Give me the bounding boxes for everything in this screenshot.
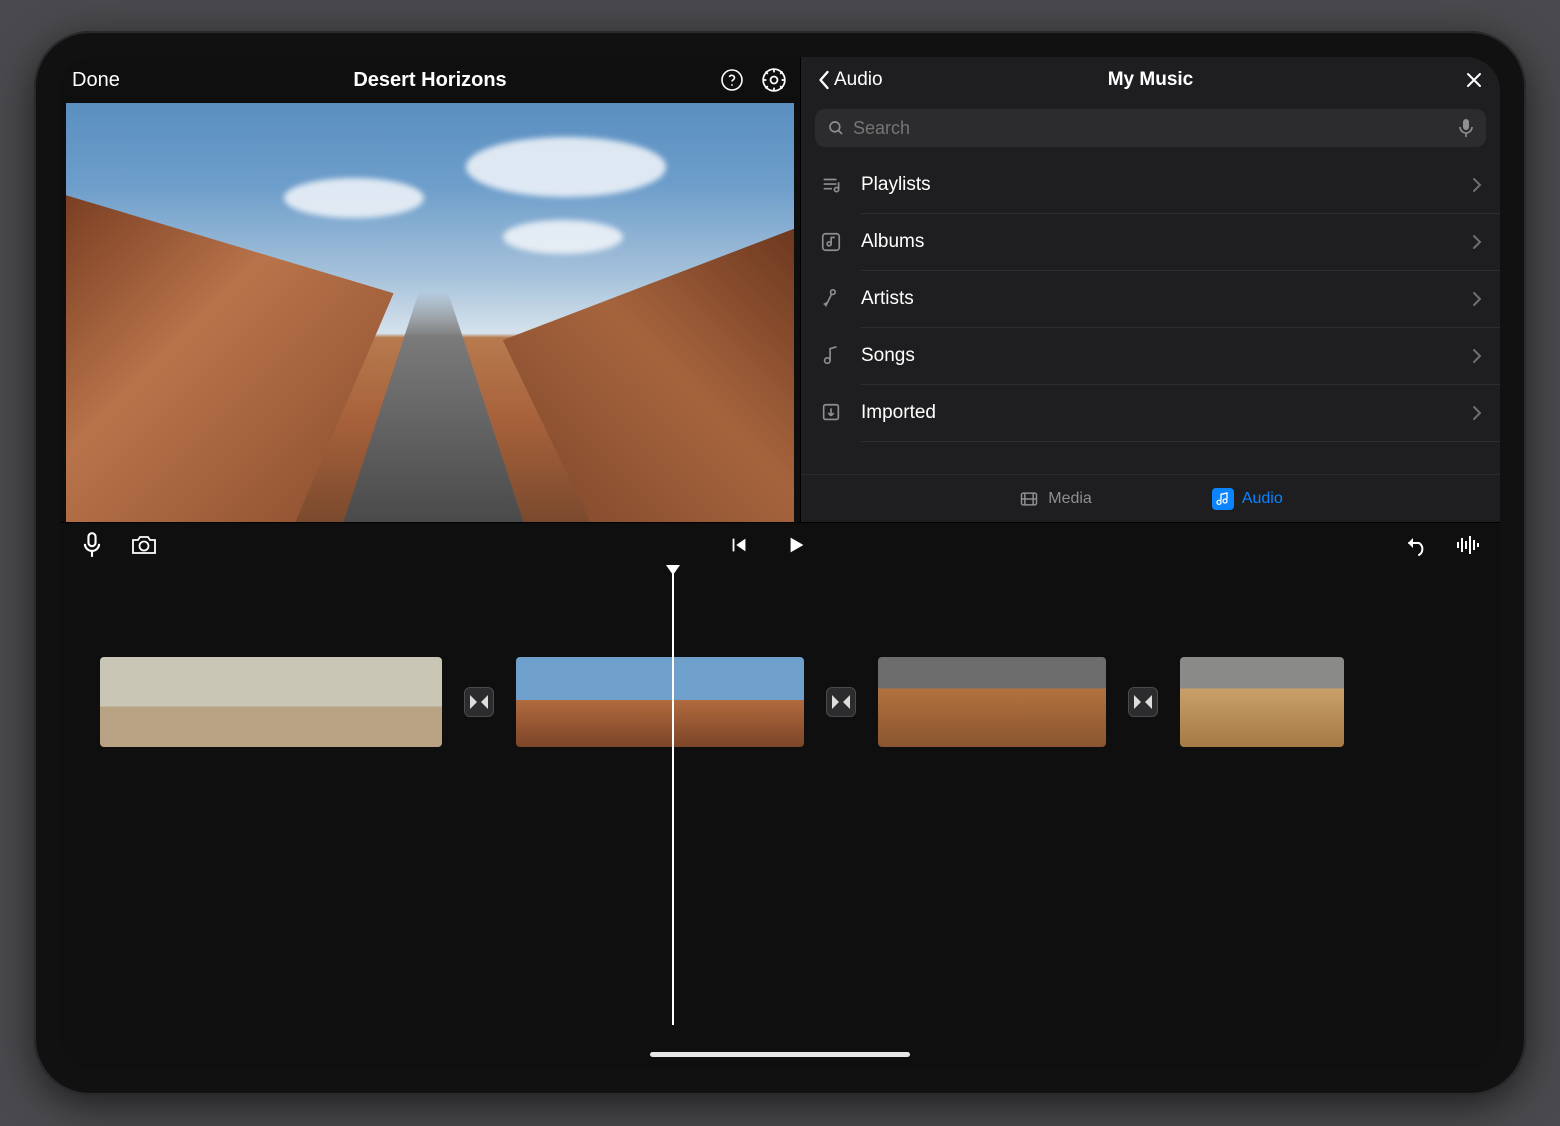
project-title: Desert Horizons: [212, 69, 648, 92]
clip-2[interactable]: [516, 657, 804, 747]
row-imported[interactable]: Imported: [801, 385, 1500, 441]
chevron-right-icon: [1472, 291, 1482, 307]
tab-media-label: Media: [1048, 490, 1092, 508]
clip-1[interactable]: [100, 657, 442, 747]
audio-panel: Audio My Music: [800, 57, 1500, 522]
transition-icon[interactable]: [826, 687, 856, 717]
play-icon[interactable]: [782, 531, 810, 559]
tab-audio-label: Audio: [1242, 490, 1283, 508]
chevron-right-icon: [1472, 234, 1482, 250]
transition-icon[interactable]: [1128, 687, 1158, 717]
imported-icon: [819, 401, 843, 425]
skip-back-icon[interactable]: [724, 531, 752, 559]
chevron-right-icon: [1472, 405, 1482, 421]
album-icon: [819, 230, 843, 254]
done-button[interactable]: Done: [72, 69, 212, 92]
back-label: Audio: [834, 69, 883, 91]
video-track[interactable]: [60, 647, 1500, 757]
ipad-frame: Done Desert Horizons: [34, 31, 1526, 1095]
undo-icon[interactable]: [1402, 531, 1430, 559]
row-label: Playlists: [861, 174, 1454, 196]
row-artists[interactable]: Artists: [801, 271, 1500, 327]
music-category-list: Playlists Albums Artists: [801, 157, 1500, 474]
search-field[interactable]: [815, 109, 1486, 147]
help-icon[interactable]: [718, 66, 746, 94]
playhead[interactable]: [672, 567, 674, 1025]
timeline-toolbar: [60, 523, 1500, 567]
panel-tabs: Media Audio: [801, 474, 1500, 522]
tab-audio[interactable]: Audio: [1212, 488, 1283, 510]
title-bar: Done Desert Horizons: [60, 57, 800, 103]
artist-icon: [819, 287, 843, 311]
video-preview[interactable]: [66, 103, 794, 522]
playlist-icon: [819, 173, 843, 197]
chevron-right-icon: [1472, 177, 1482, 193]
media-icon: [1018, 488, 1040, 510]
search-icon: [827, 119, 845, 137]
timeline[interactable]: [60, 567, 1500, 1069]
row-songs[interactable]: Songs: [801, 328, 1500, 384]
row-label: Artists: [861, 288, 1454, 310]
home-indicator[interactable]: [650, 1052, 910, 1057]
song-icon: [819, 344, 843, 368]
gear-icon[interactable]: [760, 66, 788, 94]
tab-media[interactable]: Media: [1018, 488, 1092, 510]
panel-title: My Music: [801, 69, 1500, 91]
chevron-right-icon: [1472, 348, 1482, 364]
row-label: Imported: [861, 402, 1454, 424]
back-button[interactable]: Audio: [817, 69, 883, 91]
row-albums[interactable]: Albums: [801, 214, 1500, 270]
mic-icon[interactable]: [1458, 118, 1474, 138]
search-input[interactable]: [853, 118, 1450, 139]
row-playlists[interactable]: Playlists: [801, 157, 1500, 213]
app-screen: Done Desert Horizons: [60, 57, 1500, 1069]
clip-3[interactable]: [878, 657, 1106, 747]
row-label: Albums: [861, 231, 1454, 253]
voiceover-icon[interactable]: [78, 531, 106, 559]
camera-icon[interactable]: [130, 531, 158, 559]
audio-icon: [1212, 488, 1234, 510]
clip-4[interactable]: [1180, 657, 1344, 747]
row-label: Songs: [861, 345, 1454, 367]
close-icon[interactable]: [1464, 70, 1484, 90]
transition-icon[interactable]: [464, 687, 494, 717]
waveform-icon[interactable]: [1454, 531, 1482, 559]
